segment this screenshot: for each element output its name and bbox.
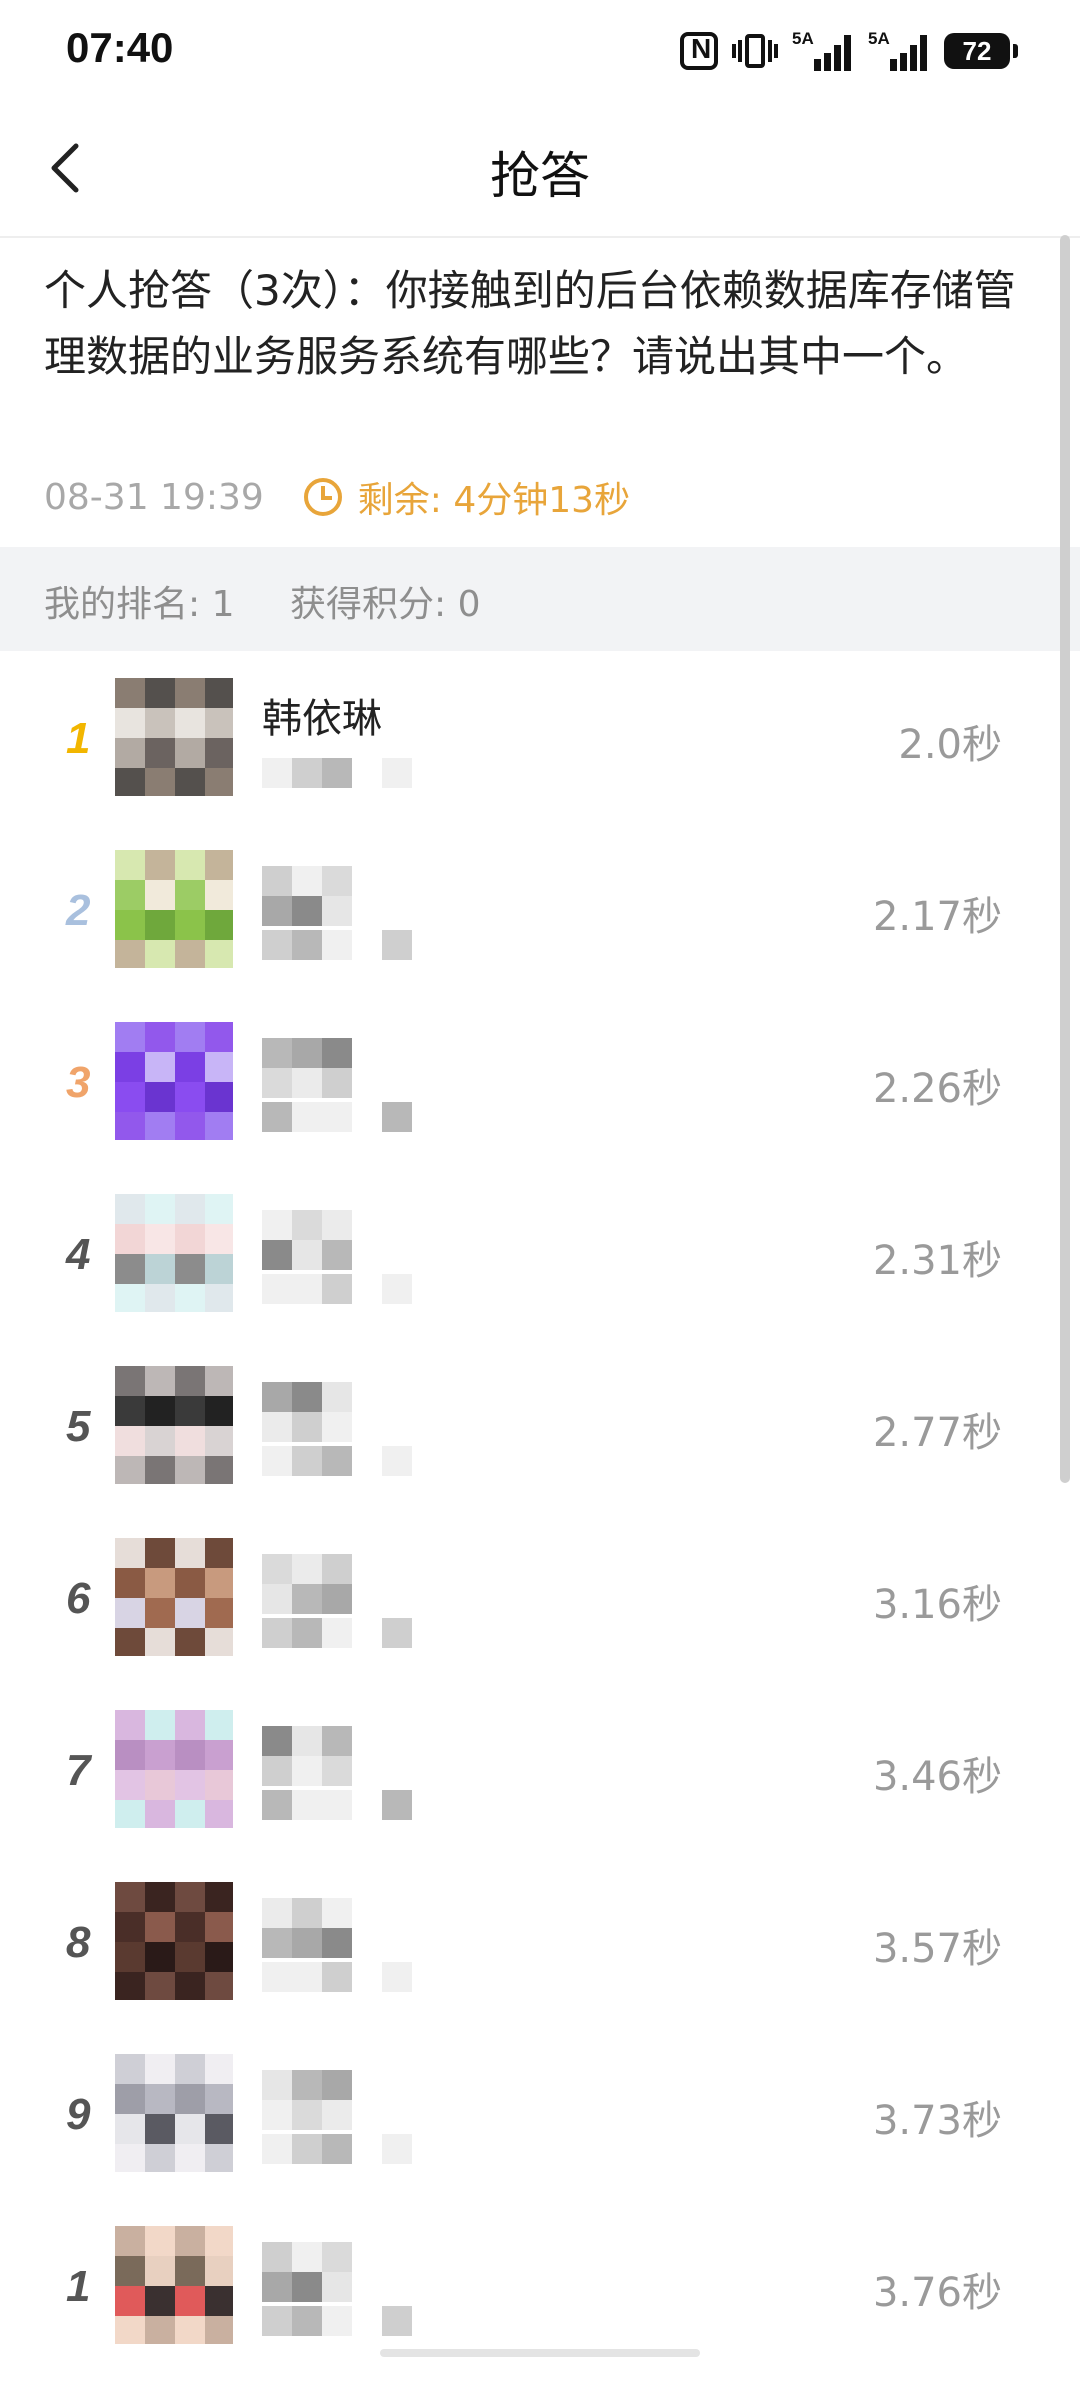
avatar[interactable] — [115, 1710, 233, 1828]
app-header: 抢答 — [0, 100, 1080, 238]
clock-icon — [303, 478, 342, 516]
signal-icon: 5A — [868, 29, 930, 71]
avatar[interactable] — [115, 1882, 233, 2000]
ranking-row[interactable]: 8 3.57秒 — [0, 1882, 1080, 2054]
rank-number: 5 — [66, 1402, 91, 1451]
rank-number: 4 — [66, 1230, 91, 1279]
answer-time: 2.0秒 — [898, 722, 1002, 768]
rank-number: 1 — [66, 2262, 91, 2311]
rank-number: 7 — [66, 1746, 91, 1795]
rank-number: 3 — [66, 1058, 91, 1107]
answer-time: 3.76秒 — [872, 2270, 1002, 2316]
my-stats-bar: 我的排名: 1 获得积分: 0 — [0, 547, 1080, 651]
ranking-row[interactable]: 7 3.46秒 — [0, 1710, 1080, 1882]
my-rank: 我的排名: 1 — [44, 584, 235, 625]
ranking-row[interactable]: 2 2.17秒 — [0, 850, 1080, 1022]
avatar[interactable] — [115, 850, 233, 968]
answer-time: 3.57秒 — [872, 1926, 1002, 1972]
avatar[interactable] — [115, 1022, 233, 1140]
my-points: 获得积分: 0 — [290, 584, 481, 625]
avatar[interactable] — [115, 678, 233, 796]
home-indicator[interactable] — [380, 2349, 700, 2357]
remaining-label: 剩余: 4分钟13秒 — [357, 480, 631, 521]
question-meta: 08-31 19:39 剩余: 4分钟13秒 — [44, 472, 630, 522]
answer-time: 3.16秒 — [872, 1582, 1002, 1628]
status-bar: 07:40 5A 5A 72 — [0, 0, 1080, 100]
rank-number: 2 — [66, 886, 91, 935]
vibrate-icon — [732, 32, 778, 70]
answer-time: 2.31秒 — [872, 1238, 1002, 1284]
remaining-time: 剩余: 4分钟13秒 — [303, 471, 631, 523]
nfc-icon — [680, 32, 718, 70]
answer-time: 2.17秒 — [872, 894, 1002, 940]
avatar[interactable] — [115, 1194, 233, 1312]
ranking-row[interactable]: 6 3.16秒 — [0, 1538, 1080, 1710]
ranking-row[interactable]: 4 2.31秒 — [0, 1194, 1080, 1366]
avatar[interactable] — [115, 1538, 233, 1656]
question-date: 08-31 19:39 — [44, 476, 264, 518]
ranking-row[interactable]: 5 2.77秒 — [0, 1366, 1080, 1538]
rank-number: 9 — [66, 2090, 91, 2139]
page-title: 抢答 — [490, 147, 590, 205]
avatar[interactable] — [115, 1366, 233, 1484]
signal-icon: 5A — [792, 29, 854, 71]
question-text: 个人抢答（3次）：你接触到的后台依赖数据库存储管理数据的业务服务系统有哪些？请说… — [44, 266, 1016, 381]
rank-number: 6 — [66, 1574, 91, 1623]
rank-number: 1 — [66, 714, 91, 763]
avatar[interactable] — [115, 2054, 233, 2172]
user-name: 韩依琳 — [262, 696, 382, 742]
sim2-label: 5A — [868, 29, 890, 48]
answer-time: 3.73秒 — [872, 2098, 1002, 2144]
ranking-row[interactable]: 3 2.26秒 — [0, 1022, 1080, 1194]
answer-time: 2.26秒 — [872, 1066, 1002, 1112]
status-time: 07:40 — [66, 24, 174, 71]
answer-time: 3.46秒 — [872, 1754, 1002, 1800]
ranking-row[interactable]: 1 3.76秒 — [0, 2226, 1080, 2398]
battery-icon: 72 — [944, 33, 1018, 69]
rank-number: 8 — [66, 1918, 91, 1967]
sim1-label: 5A — [792, 29, 814, 48]
ranking-row[interactable]: 1 韩依琳 2.0秒 — [0, 678, 1080, 850]
avatar[interactable] — [115, 2226, 233, 2344]
answer-time: 2.77秒 — [872, 1410, 1002, 1456]
ranking-row[interactable]: 9 3.73秒 — [0, 2054, 1080, 2226]
status-icons: 5A 5A 72 — [680, 28, 1018, 74]
